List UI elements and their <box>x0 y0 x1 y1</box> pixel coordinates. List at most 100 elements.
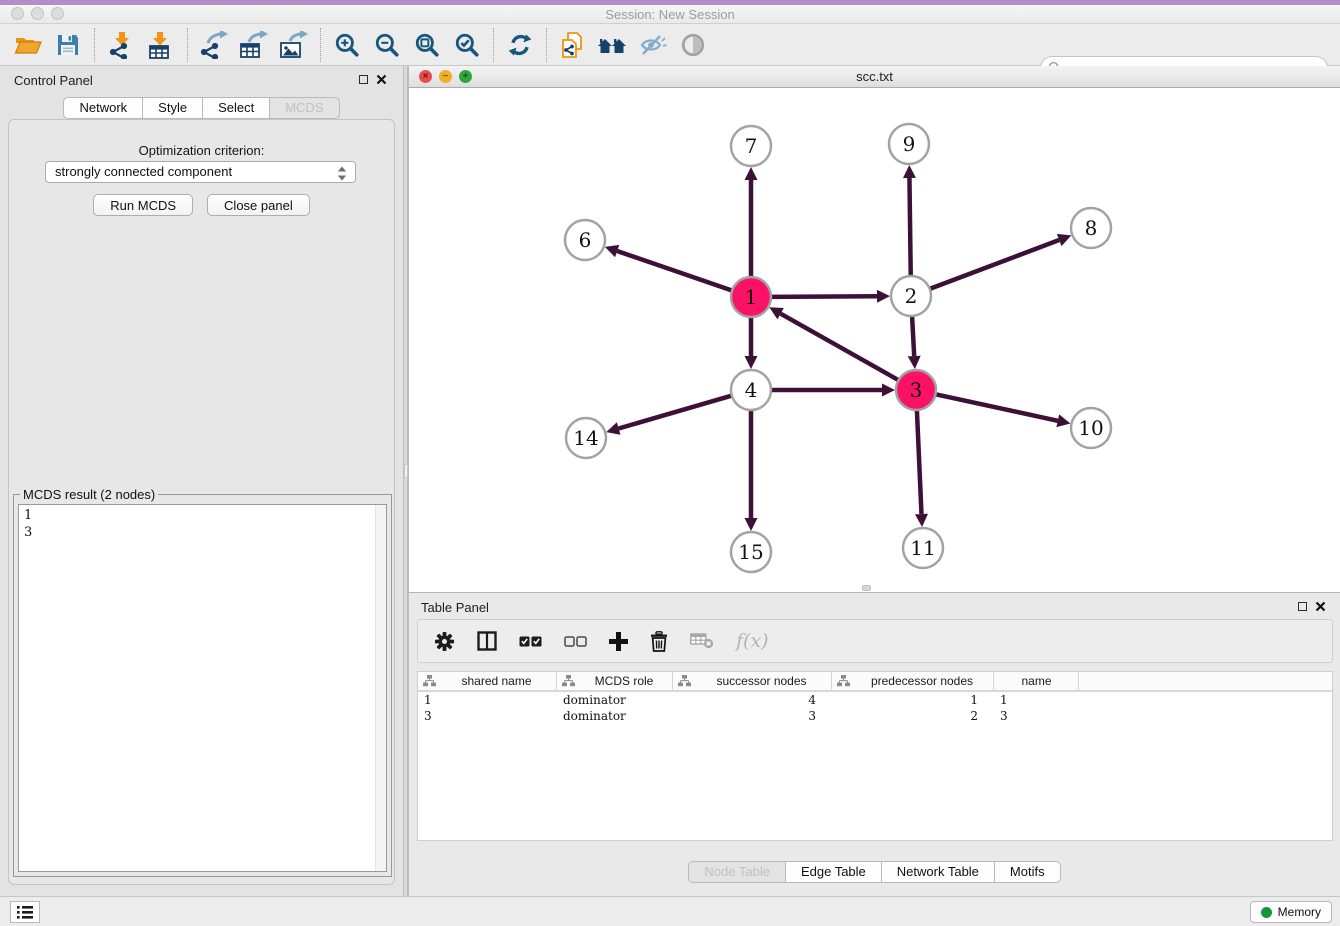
cell-predecessor-nodes[interactable]: 1 <box>832 692 994 708</box>
optimization-select[interactable]: strongly connected component <box>45 161 356 183</box>
tab-motifs[interactable]: Motifs <box>995 861 1061 883</box>
mcds-result-lines: 13 <box>19 505 386 541</box>
close-panel-icon[interactable] <box>376 74 387 85</box>
tab-network-table[interactable]: Network Table <box>882 861 995 883</box>
graph-node-8[interactable]: 8 <box>1071 208 1111 248</box>
show-all-panels-icon[interactable] <box>593 28 633 62</box>
close-network-icon[interactable]: × <box>419 70 432 83</box>
cell-name[interactable]: 1 <box>994 692 1079 708</box>
float-panel-icon[interactable] <box>359 75 368 84</box>
export-network-icon[interactable] <box>194 28 234 62</box>
apply-layout-icon[interactable] <box>500 28 540 62</box>
minimize-window-icon[interactable] <box>31 7 44 20</box>
export-image-icon[interactable] <box>274 28 314 62</box>
graph-node-14[interactable]: 14 <box>566 418 606 458</box>
memory-button[interactable]: Memory <box>1250 901 1332 923</box>
cell-successor-nodes[interactable]: 3 <box>673 708 832 724</box>
table-settings-icon[interactable] <box>434 631 455 652</box>
table-row[interactable]: 3dominator323 <box>418 708 1332 724</box>
graph-node-1[interactable]: 1 <box>731 277 771 317</box>
import-network-icon[interactable] <box>101 28 141 62</box>
window-titlebar: Session: New Session <box>0 5 1340 24</box>
save-session-icon[interactable] <box>48 28 88 62</box>
column-type-icon <box>678 675 691 687</box>
open-session-icon[interactable] <box>8 28 48 62</box>
edge-arrowhead <box>882 384 895 397</box>
graph-node-15[interactable]: 15 <box>731 532 771 572</box>
edge-2-3[interactable] <box>912 315 914 356</box>
edge-3-1[interactable] <box>781 314 900 381</box>
close-window-icon[interactable] <box>11 7 24 20</box>
close-table-panel-icon[interactable] <box>1315 601 1326 612</box>
network-window-titlebar[interactable]: × − + scc.txt <box>409 66 1340 88</box>
result-scrollbar[interactable] <box>375 505 386 871</box>
zoom-fit-icon[interactable] <box>407 28 447 62</box>
toolbar-separator <box>493 28 494 62</box>
import-table-icon[interactable] <box>141 28 181 62</box>
close-panel-button[interactable]: Close panel <box>207 194 310 216</box>
column-header-predecessor-nodes[interactable]: predecessor nodes <box>832 672 994 690</box>
edge-3-11[interactable] <box>917 409 922 514</box>
graph-node-7[interactable]: 7 <box>731 126 771 166</box>
tab-network[interactable]: Network <box>63 97 143 119</box>
node-table[interactable]: shared nameMCDS rolesuccessor nodesprede… <box>417 671 1333 841</box>
mcds-result-textarea[interactable]: 13 <box>18 504 387 872</box>
column-header-MCDS-role[interactable]: MCDS role <box>557 672 673 690</box>
cell-MCDS-role[interactable]: dominator <box>557 708 673 724</box>
column-header-name[interactable]: name <box>994 672 1079 690</box>
deselect-all-icon[interactable] <box>564 636 587 647</box>
delete-column-icon[interactable] <box>650 631 668 652</box>
float-table-panel-icon[interactable] <box>1298 602 1307 611</box>
cell-shared-name[interactable]: 1 <box>418 692 557 708</box>
graph-node-9[interactable]: 9 <box>889 124 929 164</box>
delete-table-icon[interactable] <box>690 633 714 649</box>
cell-MCDS-role[interactable]: dominator <box>557 692 673 708</box>
cell-name[interactable]: 3 <box>994 708 1079 724</box>
window-title: Session: New Session <box>0 5 1340 24</box>
edge-1-6[interactable] <box>617 251 733 291</box>
tab-node-table[interactable]: Node Table <box>688 861 786 883</box>
tab-select[interactable]: Select <box>203 97 270 119</box>
network-canvas[interactable]: 7 9 6 8 1 2 4 3 14 10 15 11 <box>409 88 1340 592</box>
zoom-selected-icon[interactable] <box>447 28 487 62</box>
edge-3-10[interactable] <box>935 394 1058 421</box>
graph-node-10[interactable]: 10 <box>1071 408 1111 448</box>
minimize-network-icon[interactable]: − <box>439 70 452 83</box>
column-layout-icon[interactable] <box>477 631 497 651</box>
edge-2-8[interactable] <box>929 240 1059 289</box>
run-mcds-button[interactable]: Run MCDS <box>93 194 193 216</box>
function-builder-icon[interactable]: f(x) <box>736 630 769 652</box>
zoom-in-icon[interactable] <box>327 28 367 62</box>
splitter-handle[interactable] <box>404 464 408 478</box>
zoom-out-icon[interactable] <box>367 28 407 62</box>
table-row[interactable]: 1dominator411 <box>418 692 1332 708</box>
cell-successor-nodes[interactable]: 4 <box>673 692 832 708</box>
tab-mcds[interactable]: MCDS <box>270 97 339 119</box>
cell-shared-name[interactable]: 3 <box>418 708 557 724</box>
edge-1-2[interactable] <box>770 296 877 297</box>
task-history-button[interactable] <box>10 901 40 923</box>
graph-node-4[interactable]: 4 <box>731 370 771 410</box>
add-column-icon[interactable] <box>609 632 628 651</box>
hide-unselected-icon[interactable] <box>633 28 673 62</box>
tab-edge-table[interactable]: Edge Table <box>786 861 882 883</box>
edge-arrowhead <box>745 167 758 180</box>
canvas-scroll-thumb[interactable] <box>862 585 871 591</box>
show-graphics-details-icon[interactable] <box>673 28 713 62</box>
maximize-network-icon[interactable]: + <box>459 70 472 83</box>
svg-text:3: 3 <box>910 378 923 402</box>
clone-network-icon[interactable] <box>553 28 593 62</box>
column-header-successor-nodes[interactable]: successor nodes <box>673 672 832 690</box>
edge-2-9[interactable] <box>909 178 910 277</box>
export-table-icon[interactable] <box>234 28 274 62</box>
tab-style[interactable]: Style <box>143 97 203 119</box>
cell-predecessor-nodes[interactable]: 2 <box>832 708 994 724</box>
column-header-shared-name[interactable]: shared name <box>418 672 557 690</box>
maximize-window-icon[interactable] <box>51 7 64 20</box>
graph-node-3[interactable]: 3 <box>896 370 936 410</box>
graph-node-2[interactable]: 2 <box>891 276 931 316</box>
edge-4-14[interactable] <box>619 395 733 428</box>
select-all-icon[interactable] <box>519 636 542 647</box>
graph-node-11[interactable]: 11 <box>903 528 943 568</box>
graph-node-6[interactable]: 6 <box>565 220 605 260</box>
